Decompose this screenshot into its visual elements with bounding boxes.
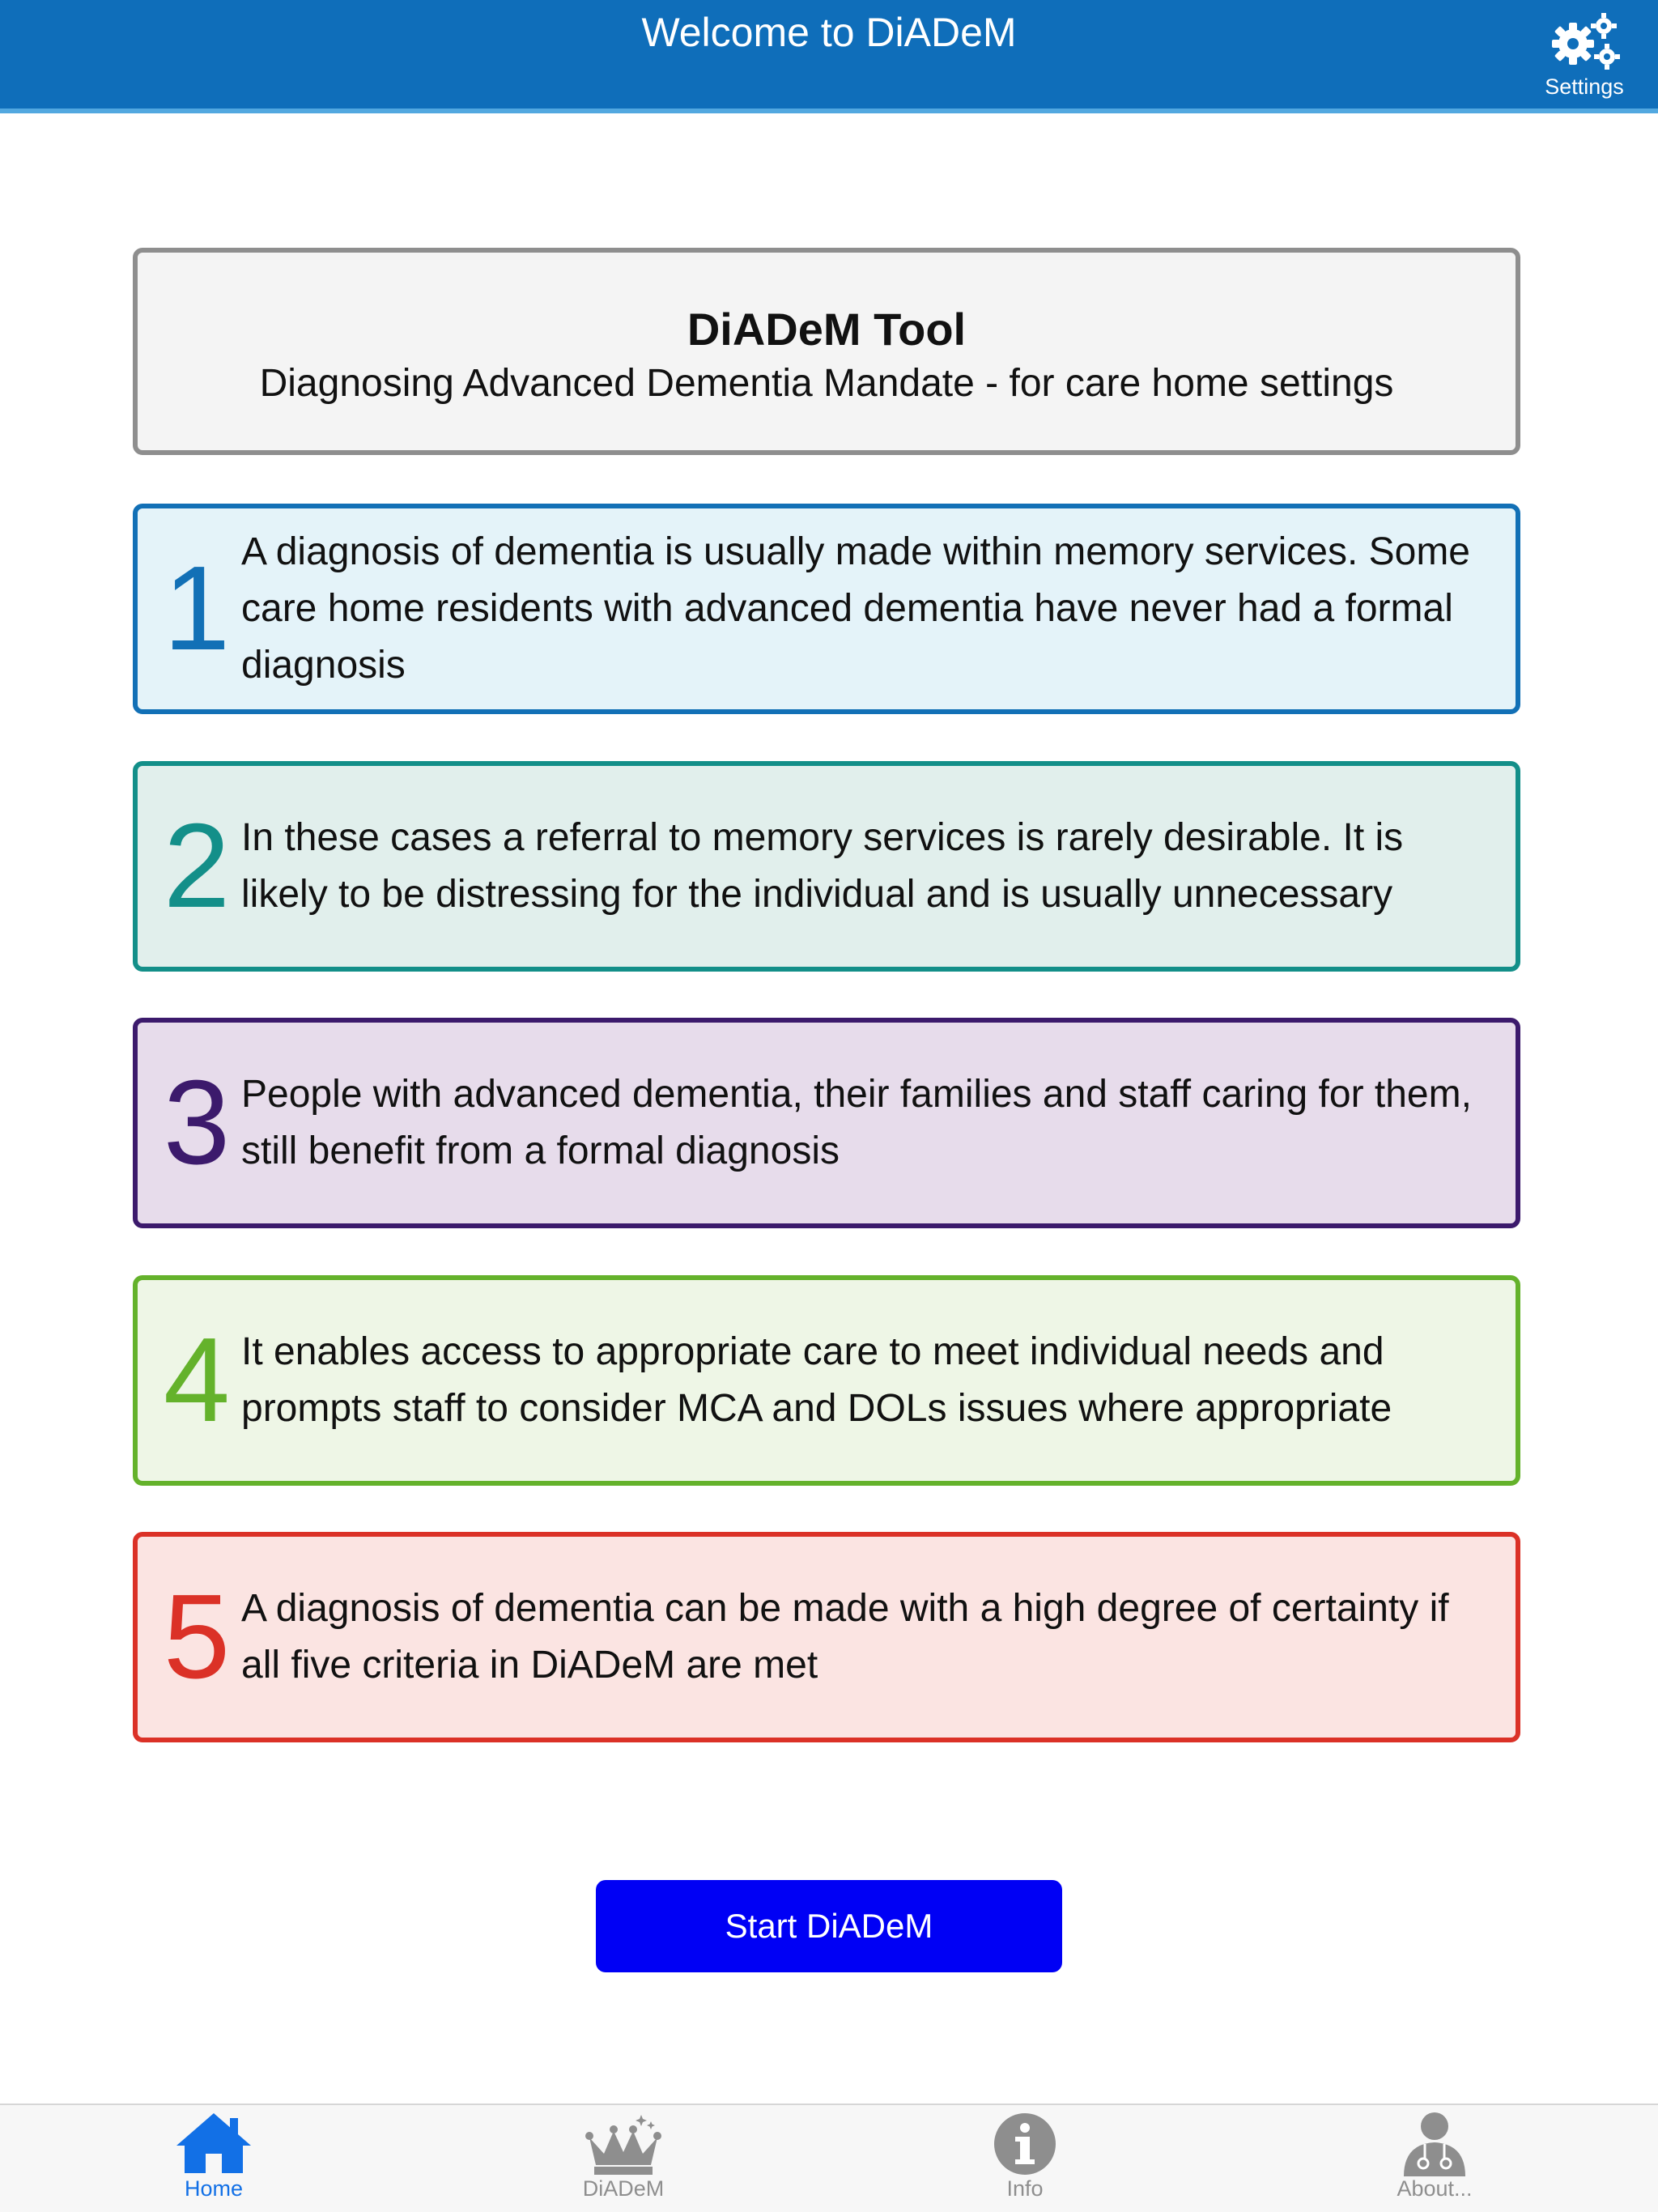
tab-home[interactable]: Home — [133, 2105, 295, 2212]
info-card-4: 4 It enables access to appropriate care … — [133, 1275, 1520, 1486]
settings-label: Settings — [1545, 74, 1624, 99]
info-card-1: 1 A diagnosis of dementia is usually mad… — [133, 504, 1520, 714]
tab-label: Home — [184, 2176, 244, 2201]
crown-icon — [585, 2115, 661, 2175]
tool-title: DiADeM Tool — [687, 304, 967, 355]
card-number: 2 — [163, 799, 231, 933]
tool-header-card: DiADeM Tool Diagnosing Advanced Dementia… — [133, 248, 1520, 455]
tool-subtitle: Diagnosing Advanced Dementia Mandate - f… — [259, 362, 1394, 405]
card-number: 4 — [163, 1313, 231, 1447]
info-icon — [994, 2113, 1056, 2175]
navigation-bar: Welcome to DiADeM Settings — [0, 0, 1658, 113]
card-number: 3 — [163, 1056, 231, 1189]
page-title: Welcome to DiADeM — [641, 10, 1017, 55]
info-card-5: 5 A diagnosis of dementia can be made wi… — [133, 1532, 1520, 1742]
card-text: People with advanced dementia, their fam… — [241, 1073, 1472, 1172]
tab-label: About... — [1397, 2176, 1473, 2201]
card-text: In these cases a referral to memory serv… — [241, 816, 1404, 916]
tab-bar: Home DiADeM Info About... — [0, 2104, 1658, 2212]
settings-button[interactable]: Settings — [1532, 11, 1637, 100]
card-text: A diagnosis of dementia is usually made … — [241, 530, 1470, 687]
start-diadem-button[interactable]: Start DiADeM — [596, 1880, 1062, 1972]
app-screen: Welcome to DiADeM Settings DiADeM Tool D… — [0, 0, 1658, 2212]
home-icon — [176, 2113, 251, 2173]
gears-icon — [1552, 13, 1620, 70]
doctor-icon — [1404, 2112, 1465, 2176]
tab-label: Info — [1006, 2176, 1044, 2201]
tab-about[interactable]: About... — [1354, 2105, 1516, 2212]
tab-info[interactable]: Info — [944, 2105, 1106, 2212]
tab-diadem[interactable]: DiADeM — [542, 2105, 704, 2212]
card-number: 1 — [163, 542, 231, 675]
card-number: 5 — [163, 1570, 231, 1704]
info-card-2: 2 In these cases a referral to memory se… — [133, 761, 1520, 972]
card-text: A diagnosis of dementia can be made with… — [241, 1587, 1449, 1687]
tab-label: DiADeM — [582, 2176, 665, 2201]
card-text: It enables access to appropriate care to… — [241, 1330, 1392, 1430]
info-card-3: 3 People with advanced dementia, their f… — [133, 1018, 1520, 1228]
